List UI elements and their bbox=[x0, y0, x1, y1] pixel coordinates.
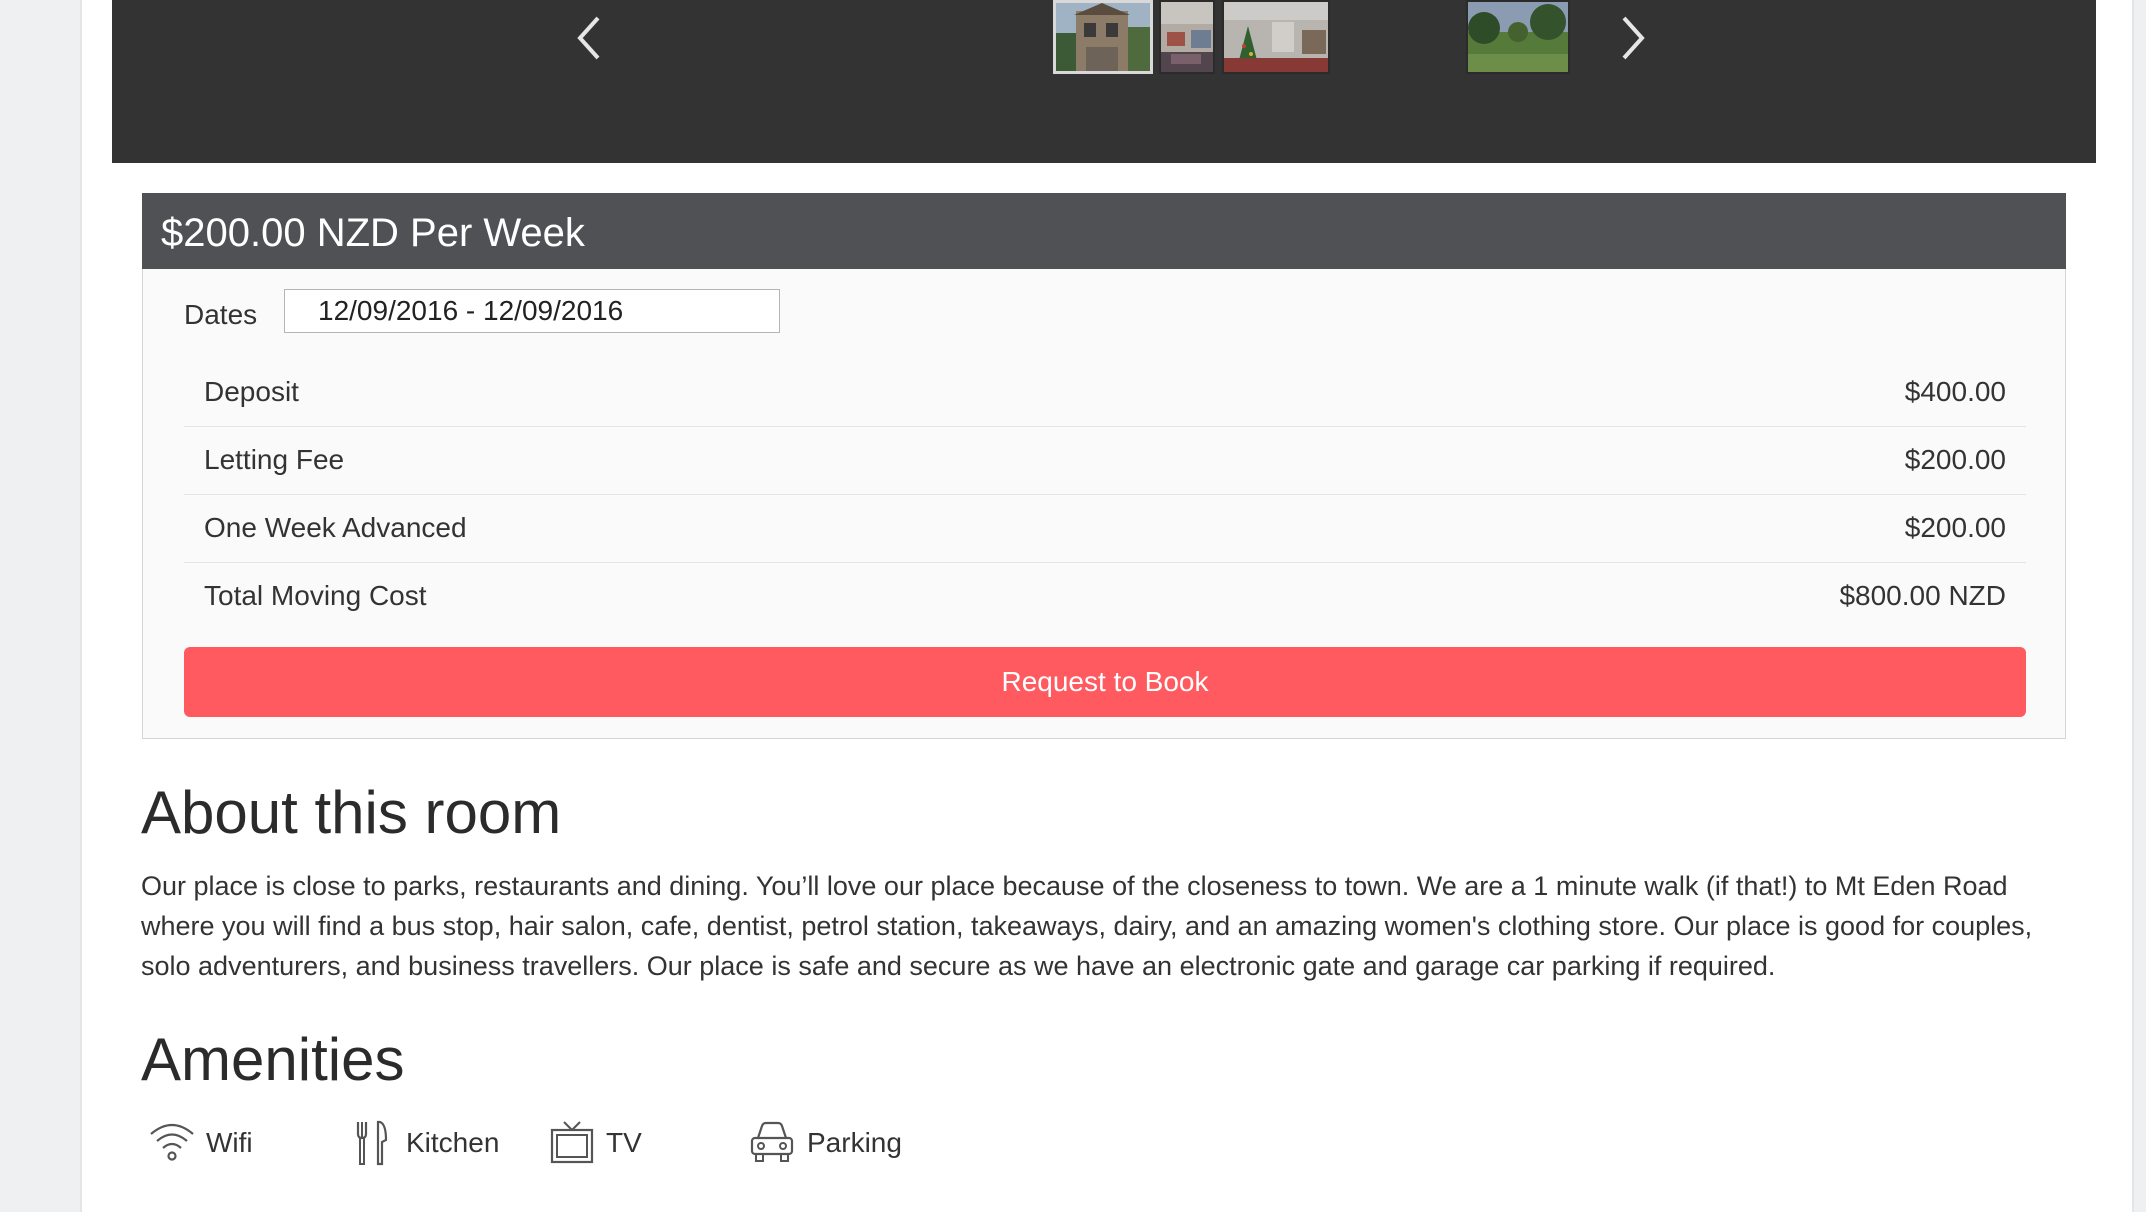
amenity-label: TV bbox=[606, 1127, 642, 1158]
dates-input[interactable] bbox=[284, 289, 780, 333]
cost-label: Letting Fee bbox=[204, 444, 345, 475]
cost-value: $800.00 NZD bbox=[1839, 580, 2006, 611]
cost-value: $200.00 bbox=[1904, 444, 2006, 475]
cost-label: Total Moving Cost bbox=[204, 580, 427, 611]
tv-icon bbox=[550, 1121, 594, 1164]
kitchen-icon bbox=[356, 1120, 388, 1166]
about-description: Our place is close to parks, restaurants… bbox=[141, 871, 2033, 981]
cost-value: $400.00 bbox=[1904, 376, 2006, 407]
about-title: About this room bbox=[141, 779, 562, 846]
gallery-thumbnail-3[interactable] bbox=[1222, 0, 1330, 74]
cost-value: $200.00 bbox=[1904, 512, 2006, 543]
photo-gallery bbox=[112, 0, 2096, 163]
request-to-book-button[interactable]: Request to Book bbox=[184, 647, 2026, 717]
booking-panel: Dates Deposit $400.00 Letting Fee $200.0… bbox=[142, 269, 2066, 739]
wifi-icon bbox=[150, 1123, 194, 1161]
gallery-next-button[interactable] bbox=[1612, 10, 1652, 66]
cost-row-one-week-advanced: One Week Advanced $200.00 bbox=[184, 495, 2026, 563]
amenity-label: Kitchen bbox=[406, 1127, 500, 1158]
amenity-label: Wifi bbox=[206, 1127, 253, 1158]
price-header: $200.00 NZD Per Week bbox=[142, 193, 2066, 269]
gallery-thumbnail-4[interactable] bbox=[1466, 0, 1570, 74]
dates-label: Dates bbox=[184, 299, 258, 330]
chevron-left-icon bbox=[577, 16, 600, 60]
chevron-right-icon bbox=[1622, 16, 1645, 60]
gallery-thumbnail-1[interactable] bbox=[1053, 0, 1153, 74]
car-icon bbox=[750, 1121, 794, 1162]
cost-row-letting-fee: Letting Fee $200.00 bbox=[184, 427, 2026, 495]
cost-label: One Week Advanced bbox=[204, 512, 467, 543]
cost-row-deposit: Deposit $400.00 bbox=[184, 359, 2026, 427]
price-title: $200.00 NZD Per Week bbox=[161, 211, 585, 255]
gallery-thumbnail-2[interactable] bbox=[1159, 0, 1215, 74]
amenities-title: Amenities bbox=[141, 1026, 405, 1093]
cost-label: Deposit bbox=[204, 376, 299, 407]
cost-row-total: Total Moving Cost $800.00 NZD bbox=[184, 563, 2026, 631]
gallery-prev-button[interactable] bbox=[570, 10, 610, 66]
amenity-label: Parking bbox=[807, 1127, 902, 1158]
